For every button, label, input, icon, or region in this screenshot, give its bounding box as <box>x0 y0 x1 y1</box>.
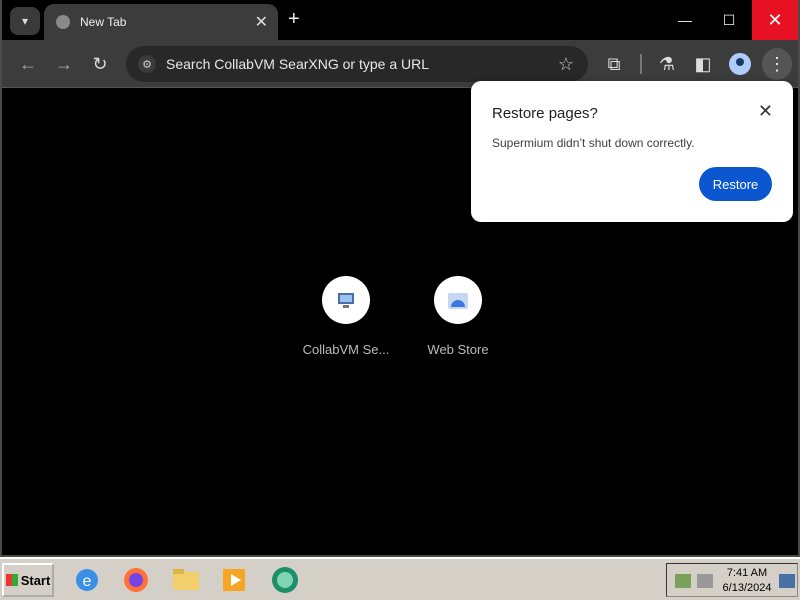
reload-icon[interactable]: ↻ <box>88 52 112 76</box>
address-bar-placeholder: Search CollabVM SearXNG or type a URL <box>166 56 429 72</box>
restore-pages-dialog: Restore pages? ✕ Supermium didn’t shut d… <box>471 81 793 222</box>
network-icon[interactable] <box>675 574 691 588</box>
toolbar-divider <box>640 54 642 74</box>
monitor-icon[interactable] <box>779 574 795 588</box>
tab-new-tab[interactable]: New Tab ✕ <box>44 4 278 40</box>
app-icon[interactable] <box>268 563 302 597</box>
web-store-icon <box>434 276 482 324</box>
site-info-icon[interactable]: ⚙ <box>138 55 156 73</box>
close-icon[interactable]: ✕ <box>758 101 773 122</box>
file-explorer-icon[interactable] <box>169 563 203 597</box>
menu-kebab-icon[interactable]: ⋮ <box>762 48 792 80</box>
shortcut-web-store[interactable]: Web Store <box>403 276 513 357</box>
side-panel-icon[interactable]: ◧ <box>691 52 715 76</box>
clock-time: 7:41 AM <box>726 567 768 579</box>
globe-icon <box>56 15 70 29</box>
firefox-icon[interactable] <box>119 563 153 597</box>
collabvm-icon <box>322 276 370 324</box>
restore-button[interactable]: Restore <box>699 167 772 201</box>
maximize-button[interactable]: ☐ <box>706 0 752 40</box>
media-player-icon[interactable] <box>217 563 251 597</box>
taskbar: Start e 7:41 AM 6/13/2024 <box>0 557 800 600</box>
dialog-title: Restore pages? <box>492 105 598 122</box>
new-tab-button[interactable]: + <box>288 8 300 31</box>
tab-search-button[interactable]: ▾ <box>10 7 40 35</box>
internet-explorer-icon[interactable]: e <box>70 563 104 597</box>
svg-text:e: e <box>83 573 92 590</box>
desktop: ▾ New Tab ✕ + — ☐ ✕ ← → ↻ ⚙ Search Colla… <box>0 0 800 600</box>
labs-flask-icon[interactable]: ⚗ <box>655 52 679 76</box>
forward-icon[interactable]: → <box>52 52 76 76</box>
tab-title: New Tab <box>80 15 127 29</box>
chevron-down-icon: ▾ <box>21 14 29 28</box>
profile-avatar-icon[interactable] <box>729 53 751 75</box>
minimize-button[interactable]: — <box>662 0 708 40</box>
browser-window: ▾ New Tab ✕ + — ☐ ✕ ← → ↻ ⚙ Search Colla… <box>0 0 800 557</box>
title-bar: ▾ New Tab ✕ + — ☐ ✕ <box>2 0 798 40</box>
system-tray: 7:41 AM 6/13/2024 <box>666 563 798 597</box>
extensions-icon[interactable]: ⧉ <box>602 52 626 76</box>
start-label: Start <box>20 572 51 588</box>
start-button[interactable]: Start <box>2 563 54 597</box>
dialog-message: Supermium didn’t shut down correctly. <box>492 136 695 150</box>
shortcut-label: CollabVM Se... <box>302 342 390 357</box>
windows-logo-icon <box>5 574 18 586</box>
clock[interactable]: 7:41 AM 6/13/2024 <box>717 566 777 596</box>
address-bar[interactable]: ⚙ Search CollabVM SearXNG or type a URL … <box>126 46 588 82</box>
volume-muted-icon[interactable] <box>697 574 713 588</box>
bookmark-star-icon[interactable]: ☆ <box>558 54 574 75</box>
clock-date: 6/13/2024 <box>722 582 772 594</box>
close-window-button[interactable]: ✕ <box>752 0 798 40</box>
back-icon[interactable]: ← <box>16 52 40 76</box>
shortcut-label: Web Store <box>427 342 489 357</box>
shortcut-collabvm[interactable]: CollabVM Se... <box>291 276 401 357</box>
tab-close-icon[interactable]: ✕ <box>255 12 268 32</box>
